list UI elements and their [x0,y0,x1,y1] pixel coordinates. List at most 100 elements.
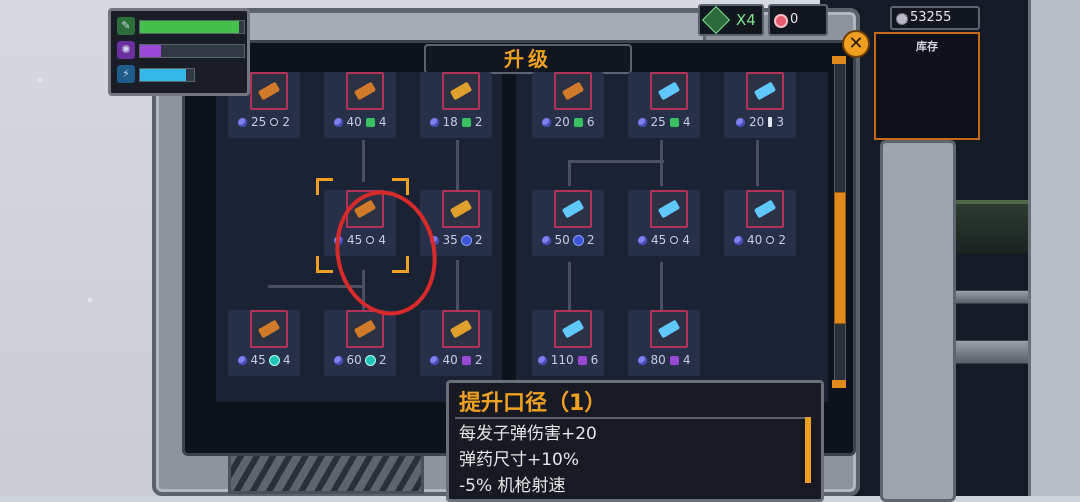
currency-value: 53255 [910,10,952,25]
screen-title: 升级 [424,44,632,74]
gem-icon [637,355,647,365]
material-count-value: 6 [586,115,595,129]
close-button[interactable]: ✕ [842,30,870,58]
inventory-panel[interactable]: 库存 [874,32,980,140]
material-count-value: 4 [282,353,291,367]
material-icon [573,117,583,127]
weapon-part-shape [561,319,585,339]
weapon-part-shape [257,319,281,339]
gem-cost-value: 110 [550,353,574,367]
upgrade-cost: 45 4 [228,352,300,368]
weapon-part-shape [657,81,681,101]
tooltip-title: 提升口径（1） [459,391,607,416]
tree-connector [456,260,459,310]
tooltip-scrollbar[interactable] [805,417,811,483]
weapon-part-icon [554,72,592,110]
material-icon [461,355,471,365]
material-icon [766,236,775,244]
metal-wall [1028,0,1080,496]
energy-bar [139,44,245,58]
gem-cost-value: 45 [250,353,266,367]
weapon-part-icon [250,72,288,110]
weapon-part-icon [554,310,592,348]
machine-panel [880,140,956,502]
weapon-part-shape [753,199,777,219]
material-icon [573,235,583,245]
upgrade-node[interactable]: 40 2 [724,190,796,256]
weapon-part-shape [449,81,473,101]
weapon-part-icon [650,190,688,228]
weapon-part-icon [250,310,288,348]
tree-connector [362,140,365,182]
tooltip-effect-line: 弹药尺寸+10% [459,450,580,470]
inventory-title: 库存 [916,40,938,53]
upgrade-node[interactable]: 40 4 [324,72,396,138]
gem-cost-value: 25 [251,115,267,129]
weapon-part-icon [442,72,480,110]
weapon-part-shape [657,319,681,339]
upgrade-cost: 25 2 [228,114,300,130]
health-bar-fill [140,21,239,33]
gem-icon [537,355,547,365]
material-icon [577,355,587,365]
selection-corner [316,256,333,273]
upgrade-node[interactable]: 40 2 [420,310,492,376]
chip-icon [701,5,731,35]
material-icon [670,236,679,244]
gem-cost-value: 45 [651,233,667,247]
gem-icon [429,117,439,127]
material-icon [270,118,279,126]
upgrade-cost: 50 2 [532,232,604,248]
gem-cost-value: 18 [442,115,458,129]
scrollbar-thumb[interactable] [834,192,846,324]
tree-connector [568,262,571,310]
upgrade-node[interactable]: 25 4 [628,72,700,138]
upgrade-node[interactable]: 50 2 [532,190,604,256]
shield-bar [139,68,195,82]
material-icon [461,117,471,127]
gem-cost-value: 60 [346,353,362,367]
upgrade-node[interactable]: 80 4 [628,310,700,376]
material-icon [365,355,375,365]
tree-connector [568,160,571,186]
material-count-value: 2 [378,353,387,367]
weapon-part-icon [554,190,592,228]
weapon-part-icon [442,310,480,348]
gem-cost-value: 50 [554,233,570,247]
tree-connector [568,160,664,163]
gem-icon [734,235,744,245]
upgrade-node[interactable]: 20 6 [532,72,604,138]
material-count-value: 2 [474,353,483,367]
shield-bar-fill [140,69,186,81]
brain-icon: ✺ [117,41,135,59]
upgrade-cost: 40 2 [420,352,492,368]
upgrade-node[interactable]: 45 4 [628,190,700,256]
material-count-value: 2 [586,233,595,247]
gem-icon [541,117,551,127]
weapon-part-icon [650,72,688,110]
tree-connector [456,140,459,190]
material-icon [269,355,279,365]
tooltip-effect-line: 每发子弹伤害+20 [459,424,597,444]
material-icon [461,235,471,245]
weapon-part-shape [753,81,777,101]
weapon-part-icon [650,310,688,348]
upgrade-node[interactable]: 18 2 [420,72,492,138]
upgrade-node[interactable]: 110 6 [532,310,604,376]
chip-multiplier-value: X4 [736,11,756,29]
material-count-value: 2 [282,115,290,129]
gem-icon [429,355,439,365]
gem-icon [333,355,343,365]
upgrade-node[interactable]: 20 3 [724,72,796,138]
tree-connector [756,140,759,186]
gem-icon [333,117,343,127]
gem-icon [638,235,648,245]
material-count-value: 4 [682,233,690,247]
gem-icon [238,117,248,127]
upgrade-node[interactable]: 45 4 [228,310,300,376]
upgrade-node[interactable]: 60 2 [324,310,396,376]
material-icon [365,117,375,127]
gem-cost-value: 40 [346,115,362,129]
selection-corner [316,178,333,195]
material-count-value: 4 [682,353,691,367]
